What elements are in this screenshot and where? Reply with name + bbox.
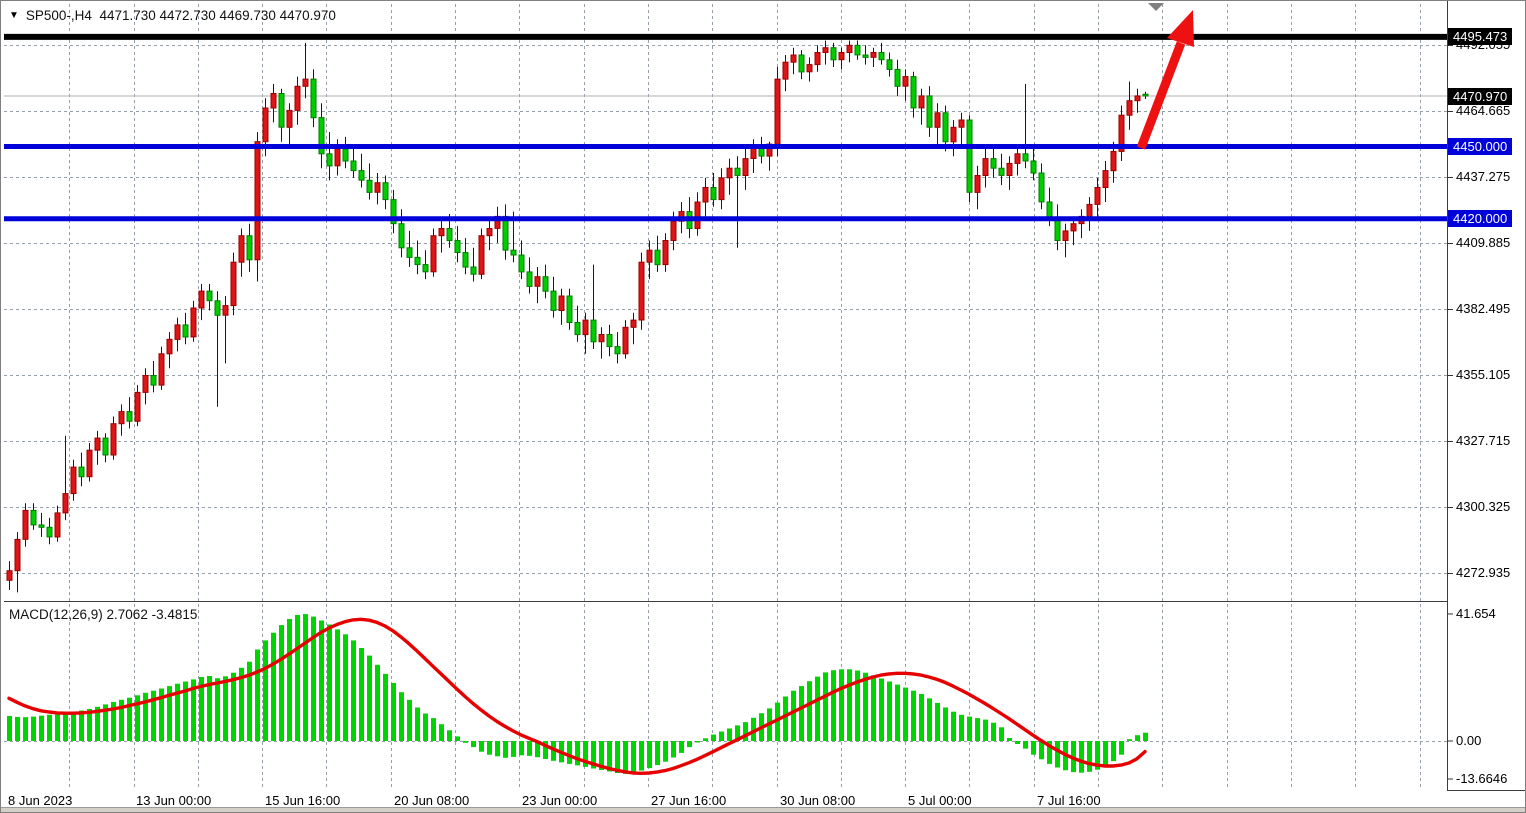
price-tick-label: 4464.665 <box>1456 103 1510 119</box>
price-line-label-4470.970: 4470.970 <box>1448 88 1512 105</box>
indicator-tick-label: -13.6646 <box>1456 771 1507 787</box>
time-tick-label: 23 Jun 00:00 <box>522 793 597 808</box>
price-tick-label: 4437.275 <box>1456 169 1510 185</box>
time-axis[interactable]: 8 Jun 2023 13 Jun 00:00 15 Jun 16:00 20 Jun… <box>1 790 1447 807</box>
symbol-collapse-icon[interactable]: ▼ <box>9 11 19 21</box>
time-tick-label: 8 Jun 2023 <box>8 793 72 808</box>
price-tick-label: 4382.495 <box>1456 301 1510 317</box>
price-axis[interactable]: 4492.0554464.6654437.2754409.8854382.495… <box>1447 1 1526 813</box>
time-tick-label: 20 Jun 08:00 <box>394 793 469 808</box>
price-tick-label: 4409.885 <box>1456 235 1510 251</box>
price-tick-label: 4327.715 <box>1456 433 1510 449</box>
indicator-tick-label: 41.654 <box>1456 606 1496 622</box>
indicator-tick-label: 0.00 <box>1456 733 1481 749</box>
chart-title-text: SP500-,H4 4471.730 4472.730 4469.730 447… <box>26 8 336 23</box>
chart-canvas[interactable] <box>1 1 1526 813</box>
chart-background <box>1 1 1526 813</box>
price-tick-label: 4355.105 <box>1456 367 1510 383</box>
time-tick-label: 15 Jun 16:00 <box>265 793 340 808</box>
time-tick-label: 7 Jul 16:00 <box>1037 793 1101 808</box>
price-tick-label: 4272.935 <box>1456 565 1510 581</box>
window-bottom-edge <box>1 807 1526 813</box>
time-tick-label: 27 Jun 16:00 <box>651 793 726 808</box>
time-tick-label: 30 Jun 08:00 <box>780 793 855 808</box>
time-tick-label: 13 Jun 00:00 <box>136 793 211 808</box>
indicator-label: MACD(12,26,9) 2.7062 -3.4815 <box>9 607 197 622</box>
time-tick-label: 5 Jul 00:00 <box>908 793 972 808</box>
price-line-label-4450.000: 4450.000 <box>1448 138 1512 155</box>
chart-title: ▼ SP500-,H4 4471.730 4472.730 4469.730 4… <box>9 8 336 23</box>
price-tick-label: 4300.325 <box>1456 499 1510 515</box>
price-line-label-4420.000: 4420.000 <box>1448 210 1512 227</box>
price-line-label-4495.473: 4495.473 <box>1448 28 1512 45</box>
trading-chart-window: ▼ SP500-,H4 4471.730 4472.730 4469.730 4… <box>0 0 1526 813</box>
